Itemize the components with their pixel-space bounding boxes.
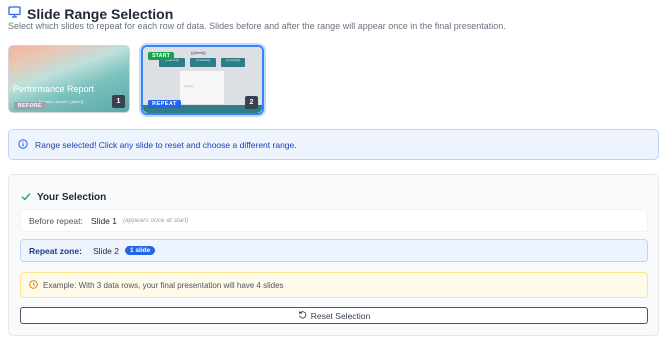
page-title: Slide Range Selection <box>27 6 174 22</box>
start-badge: START <box>148 52 174 60</box>
slide-thumbnail-2[interactable]: {{client}} {{metric1}} {{metric2}} {{met… <box>143 47 262 113</box>
info-message: Range selected! Click any slide to reset… <box>35 139 297 150</box>
slide-content-area: {{notes}} <box>180 71 224 104</box>
slide-number-badge: 1 <box>112 95 125 108</box>
repeat-zone-label: Repeat zone: <box>29 245 82 256</box>
slide-thumbnails: Performance Report Monthly Update | {{da… <box>8 45 264 115</box>
reset-selection-label: Reset Selection <box>310 310 371 321</box>
info-banner: Range selected! Click any slide to reset… <box>8 129 659 160</box>
before-repeat-row: Before repeat: Slide 1 (appears once at … <box>20 209 648 232</box>
before-repeat-note: (appears once at start) <box>123 217 189 224</box>
before-repeat-label: Before repeat: <box>29 215 83 226</box>
repeat-zone-row: Repeat zone: Slide 2 1 slide <box>20 239 648 262</box>
slide-thumbnail-2-selected[interactable]: {{client}} {{metric1}} {{metric2}} {{met… <box>141 45 264 115</box>
info-icon <box>18 136 28 154</box>
selection-panel: Your Selection Before repeat: Slide 1 (a… <box>8 174 659 336</box>
slide-body-text: {{notes}} <box>184 85 194 88</box>
before-badge: BEFORE <box>14 102 46 110</box>
reset-selection-button[interactable]: Reset Selection <box>20 307 648 324</box>
slide-number-badge: 2 <box>245 96 258 109</box>
slide-title: Performance Report <box>13 84 95 94</box>
slide-placeholder-client: {{client}} <box>191 50 206 55</box>
selection-title: Your Selection <box>37 191 107 203</box>
before-repeat-value: Slide 1 <box>91 215 117 226</box>
example-text: Example: With 3 data rows, your final pr… <box>43 280 284 290</box>
repeat-zone-value: Slide 2 <box>93 245 119 256</box>
example-row: Example: With 3 data rows, your final pr… <box>20 272 648 298</box>
slide-placeholder-box: {{metric2}} <box>190 58 216 67</box>
page-subtitle: Select which slides to repeat for each r… <box>8 21 506 31</box>
lightbulb-icon <box>29 279 38 291</box>
check-icon <box>21 188 31 206</box>
slide-count-badge: 1 slide <box>125 246 156 255</box>
repeat-badge: REPEAT <box>148 100 181 108</box>
slide-placeholder-box: {{metric3}} <box>221 58 245 67</box>
slide-thumbnail-1[interactable]: Performance Report Monthly Update | {{da… <box>8 45 130 113</box>
selection-header: Your Selection <box>21 188 106 206</box>
reset-icon <box>298 310 307 321</box>
